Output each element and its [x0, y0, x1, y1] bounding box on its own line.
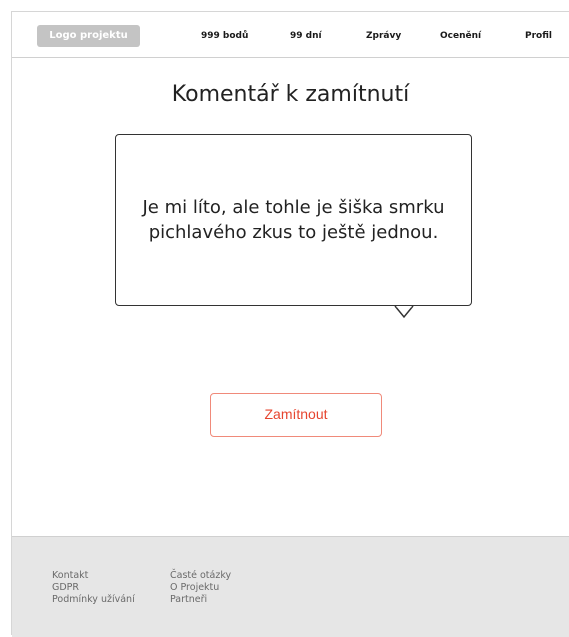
page-frame: Logo projektu 999 bodů 99 dní Zprávy Oce… [11, 11, 569, 637]
footer-link-about[interactable]: O Projektu [170, 582, 231, 594]
footer-link-partners[interactable]: Partneři [170, 594, 231, 606]
footer-link-terms[interactable]: Podmínky užívání [52, 594, 135, 606]
speech-bubble-tail-icon [394, 306, 414, 319]
nav-awards[interactable]: Ocenění [440, 25, 481, 47]
nav-days[interactable]: 99 dní [290, 25, 322, 47]
rejection-comment-bubble: Je mi líto, ale tohle je šiška smrku pic… [115, 134, 472, 306]
nav-messages[interactable]: Zprávy [366, 25, 401, 47]
footer-link-contact[interactable]: Kontakt [52, 570, 135, 582]
nav-points[interactable]: 999 bodů [201, 25, 248, 47]
comment-line-1: Je mi líto, ale tohle je šiška smrku [142, 197, 445, 218]
nav-profile[interactable]: Profil [525, 25, 552, 47]
rejection-comment-text: Je mi líto, ale tohle je šiška smrku pic… [143, 195, 445, 245]
top-navigation: Logo projektu 999 bodů 99 dní Zprávy Oce… [12, 12, 569, 58]
page-title: Komentář k zamítnutí [171, 82, 410, 107]
project-logo[interactable]: Logo projektu [37, 25, 140, 47]
reject-button[interactable]: Zamítnout [210, 393, 382, 437]
footer: Kontakt GDPR Podmínky užívání Časté otáz… [12, 536, 569, 637]
footer-link-gdpr[interactable]: GDPR [52, 582, 135, 594]
footer-links-col-1: Kontakt GDPR Podmínky užívání [52, 570, 135, 606]
footer-link-faq[interactable]: Časté otázky [170, 570, 231, 582]
comment-line-2: pichlavého zkus to ještě jednou. [148, 222, 439, 243]
footer-links-col-2: Časté otázky O Projektu Partneři [170, 570, 231, 606]
